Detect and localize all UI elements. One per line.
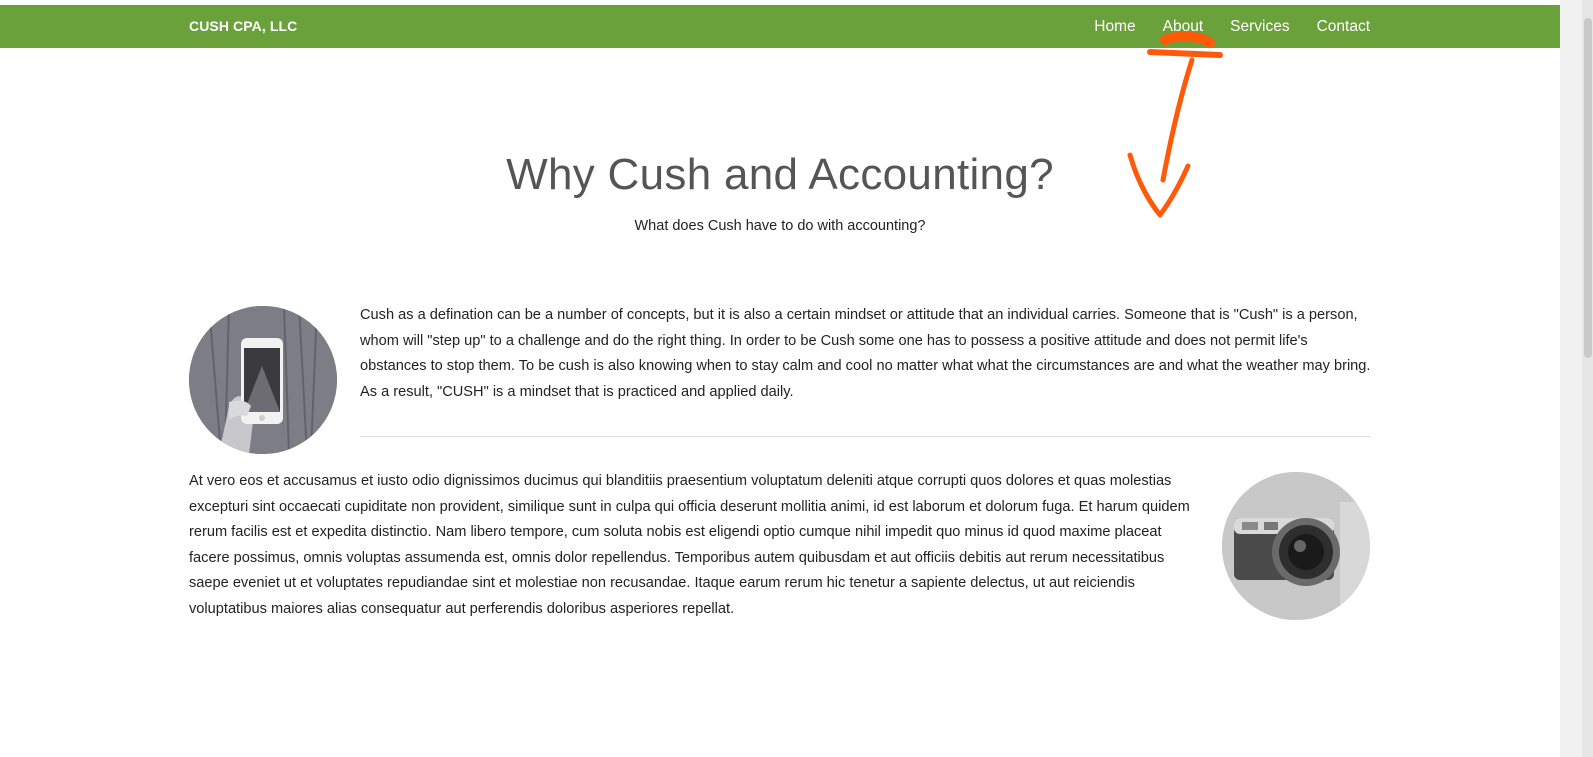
camera-photo-graphic — [1222, 472, 1370, 620]
nav-about[interactable]: About — [1163, 5, 1204, 48]
page-scrollbar[interactable] — [1560, 0, 1593, 757]
phone-photo-icon — [189, 306, 337, 454]
section-divider — [360, 436, 1370, 437]
section-2-text: At vero eos et accusamus et iusto odio d… — [189, 473, 1190, 617]
scrollbar-thumb[interactable] — [1584, 18, 1592, 358]
camera-photo-icon — [1222, 472, 1370, 620]
nav-links: Home About Services Contact — [1094, 5, 1370, 48]
nav-contact[interactable]: Contact — [1317, 5, 1370, 48]
brand-link[interactable]: CUSH CPA, LLC — [189, 5, 297, 48]
phone-photo-graphic — [189, 306, 337, 454]
navbar: CUSH CPA, LLC Home About Services Contac… — [0, 5, 1560, 48]
nav-home[interactable]: Home — [1094, 5, 1135, 48]
page-subtitle: What does Cush have to do with accountin… — [634, 218, 926, 234]
page-title: Why Cush and Accounting? — [506, 150, 1054, 199]
nav-services[interactable]: Services — [1230, 5, 1289, 48]
section-1-text: Cush as a defination can be a number of … — [360, 307, 1371, 400]
